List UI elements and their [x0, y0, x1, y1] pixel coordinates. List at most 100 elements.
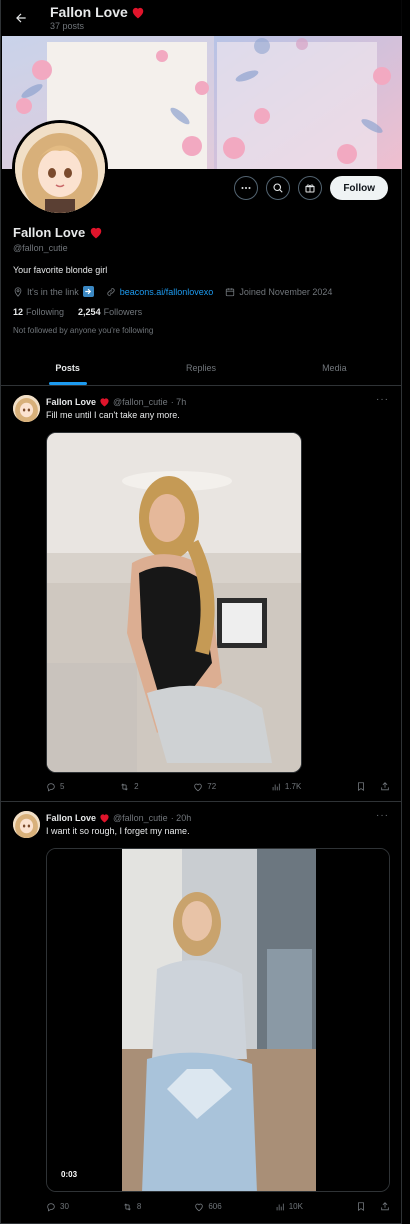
- website-link[interactable]: beacons.ai/fallonlovexo: [120, 287, 214, 297]
- profile-bio: Your favorite blonde girl: [13, 265, 108, 275]
- reply-icon: [47, 782, 55, 791]
- heart-icon: [100, 398, 109, 407]
- video-frame: [47, 849, 389, 1191]
- heart-icon: [132, 7, 144, 18]
- post-count: 37 posts: [50, 21, 85, 31]
- reply-count: 30: [60, 1202, 69, 1211]
- view-count: 1.7K: [284, 782, 302, 791]
- like-count: 72: [207, 782, 217, 791]
- top-bar: Fallon Love 37 posts: [1, 0, 403, 36]
- bookmark-icon[interactable]: [356, 781, 366, 792]
- post-header: Fallon Love @fallon_cutie · 7h: [46, 397, 186, 407]
- profile-stats: 12 Following 2,254 Followers: [13, 307, 142, 317]
- share-icon[interactable]: [380, 781, 390, 792]
- joined-text: Joined November 2024: [239, 286, 333, 297]
- reply-count: 5: [60, 782, 65, 791]
- tab-label: Posts: [55, 362, 80, 373]
- post-end-actions: [356, 781, 390, 792]
- arrow-right-emoji-icon: [82, 286, 94, 297]
- views-button[interactable]: 1.7K: [271, 782, 301, 792]
- tab-active-indicator: [48, 382, 87, 385]
- post-avatar[interactable]: [13, 811, 40, 838]
- followers-count: 2,254: [78, 307, 101, 317]
- following-label: Following: [26, 307, 65, 317]
- post-author-handle[interactable]: @fallon_cutie: [113, 397, 168, 407]
- header-title-block: Fallon Love 37 posts: [50, 4, 145, 32]
- following-count: 12: [13, 307, 24, 317]
- calendar-icon: [226, 287, 235, 296]
- view-count: 10K: [288, 1202, 303, 1211]
- followers-link[interactable]: 2,254 Followers: [78, 307, 142, 317]
- website-item[interactable]: beacons.ai/fallonlovexo: [106, 287, 214, 297]
- post-author-handle[interactable]: @fallon_cutie: [113, 813, 168, 823]
- avatar-image: [13, 395, 40, 422]
- location-pin-icon: [14, 286, 22, 297]
- header-title-row: Fallon Love: [50, 4, 145, 20]
- post-media[interactable]: [46, 432, 302, 773]
- followed-by-note: Not followed by anyone you're following: [13, 326, 154, 335]
- profile-handle: @fallon_cutie: [13, 243, 68, 253]
- post-author-name[interactable]: Fallon Love: [46, 813, 96, 823]
- profile-avatar[interactable]: [12, 120, 108, 216]
- post-video[interactable]: 0:03: [46, 848, 390, 1192]
- post-end-actions: [356, 1201, 390, 1212]
- post-avatar[interactable]: [13, 395, 40, 422]
- post[interactable]: Fallon Love @fallon_cutie · 7h ··· Fill …: [1, 387, 401, 802]
- search-button[interactable]: [266, 176, 291, 200]
- share-icon[interactable]: [380, 1201, 390, 1212]
- post-actions: 5 2 72 1.7K: [46, 781, 390, 792]
- like-count: 606: [208, 1202, 222, 1211]
- back-button[interactable]: [3, 0, 39, 36]
- location-item: It's in the link: [13, 286, 94, 297]
- reply-icon: [47, 1202, 55, 1211]
- followers-label: Followers: [103, 307, 143, 317]
- repost-icon: [121, 782, 128, 791]
- heart-icon: [90, 227, 102, 239]
- views-button[interactable]: 10K: [275, 1202, 303, 1212]
- post-text: Fill me until I can't take any more.: [46, 410, 180, 420]
- profile-tabs: Posts Replies Media: [1, 350, 401, 386]
- follow-button[interactable]: Follow: [330, 176, 388, 200]
- link-icon: [107, 287, 115, 296]
- like-heart-icon: [194, 783, 203, 791]
- tab-media[interactable]: Media: [268, 350, 401, 385]
- more-button[interactable]: [234, 176, 259, 200]
- post-more-button[interactable]: ···: [376, 810, 389, 821]
- photo-image: [47, 433, 301, 772]
- following-link[interactable]: 12 Following: [13, 307, 64, 317]
- profile-meta: It's in the link beacons.ai/fallonlovexo…: [13, 286, 332, 297]
- tab-replies[interactable]: Replies: [134, 350, 267, 385]
- post-actions: 30 8 606 10K: [46, 1201, 390, 1212]
- header-title: Fallon Love: [50, 4, 128, 20]
- tab-label: Replies: [185, 362, 216, 373]
- post-more-button[interactable]: ···: [376, 394, 389, 405]
- reply-button[interactable]: 30: [46, 1202, 69, 1212]
- heart-icon: [100, 814, 109, 823]
- profile-actions: Follow: [234, 176, 388, 200]
- like-button[interactable]: 72: [193, 782, 216, 792]
- post-time[interactable]: · 7h: [171, 397, 187, 407]
- video-duration: 0:03: [57, 1168, 82, 1181]
- post[interactable]: Fallon Love @fallon_cutie · 20h ··· I wa…: [1, 803, 401, 1224]
- post-text: I want it so rough, I forget my name.: [46, 826, 190, 836]
- reply-button[interactable]: 5: [46, 782, 64, 792]
- tab-posts[interactable]: Posts: [1, 350, 134, 385]
- search-icon: [273, 183, 283, 193]
- like-heart-icon: [195, 1203, 204, 1211]
- views-chart-icon: [276, 1203, 284, 1210]
- like-button[interactable]: 606: [194, 1202, 222, 1212]
- repost-icon: [124, 1202, 131, 1211]
- avatar-image: [15, 123, 105, 213]
- repost-button[interactable]: 2: [119, 782, 139, 792]
- repost-count: 8: [136, 1202, 142, 1211]
- repost-count: 2: [134, 782, 139, 791]
- repost-button[interactable]: 8: [122, 1202, 141, 1212]
- post-time[interactable]: · 20h: [171, 813, 192, 823]
- profile-name: Fallon Love: [13, 225, 86, 240]
- views-chart-icon: [272, 783, 280, 790]
- post-author-name[interactable]: Fallon Love: [46, 397, 96, 407]
- avatar-image: [13, 811, 40, 838]
- joined-item: Joined November 2024: [225, 287, 332, 297]
- subscribe-button[interactable]: [298, 176, 323, 200]
- bookmark-icon[interactable]: [356, 1201, 366, 1212]
